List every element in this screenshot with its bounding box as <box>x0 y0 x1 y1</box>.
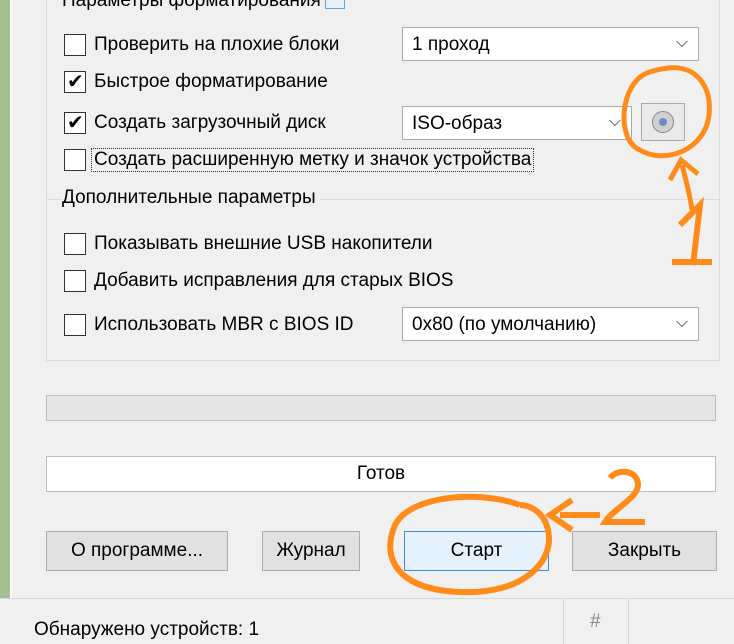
toggle-options-icon[interactable] <box>324 0 345 9</box>
log-button[interactable]: Журнал <box>262 531 360 571</box>
bootable-disk-checkbox[interactable] <box>64 110 86 134</box>
chevron-down-icon: ⌵ <box>608 111 621 130</box>
mbr-bios-id-label[interactable]: Использовать MBR с BIOS ID <box>94 314 354 336</box>
chevron-down-icon: ⌵ <box>675 32 688 51</box>
select-iso-button[interactable] <box>641 103 685 141</box>
chevron-down-icon: ⌵ <box>675 312 688 331</box>
old-bios-label[interactable]: Добавить исправления для старых BIOS <box>94 270 453 292</box>
external-usb-checkbox[interactable] <box>64 233 86 255</box>
old-bios-checkbox[interactable] <box>64 270 86 292</box>
bios-id-value: 0x80 (по умолчанию) <box>412 314 597 335</box>
bios-id-select[interactable]: 0x80 (по умолчанию) ⌵ <box>402 307 699 341</box>
progress-bar <box>46 395 716 421</box>
bootable-disk-label[interactable]: Создать загрузочный диск <box>94 112 326 134</box>
boot-type-select[interactable]: ISO-образ ⌵ <box>402 106 632 140</box>
start-button[interactable]: Старт <box>404 531 549 571</box>
quick-format-checkbox[interactable] <box>64 69 86 93</box>
boot-type-value: ISO-образ <box>412 113 503 134</box>
quick-format-label[interactable]: Быстрое форматирование <box>94 71 328 93</box>
extended-label-checkbox[interactable] <box>64 149 86 171</box>
disk-drive-icon <box>652 111 674 133</box>
window-left-edge <box>0 0 10 598</box>
status-bar: Обнаружено устройств: 1 # <box>0 598 734 644</box>
status-bar-separator <box>563 599 564 644</box>
format-options-title-text: Параметры форматирования <box>62 0 321 11</box>
bad-blocks-passes-select[interactable]: 1 проход ⌵ <box>402 27 699 61</box>
extended-label-label[interactable]: Создать расширенную метку и значок устро… <box>90 148 535 172</box>
status-text: Готов <box>46 456 716 492</box>
external-usb-label[interactable]: Показывать внешние USB накопители <box>94 233 432 255</box>
bad-blocks-checkbox[interactable] <box>64 34 86 56</box>
status-bar-separator <box>628 599 629 644</box>
hash-icon: # <box>590 611 601 632</box>
bad-blocks-passes-value: 1 проход <box>412 34 490 55</box>
advanced-title: Дополнительные параметры <box>62 187 320 209</box>
mbr-bios-id-checkbox[interactable] <box>64 314 86 336</box>
window-left-edge-highlight <box>10 0 12 598</box>
close-button[interactable]: Закрыть <box>572 531 717 571</box>
annotation-arrow-2 <box>544 497 600 533</box>
about-button[interactable]: О программе... <box>46 531 228 571</box>
devices-found-text: Обнаружено устройств: 1 <box>34 619 260 640</box>
bad-blocks-label[interactable]: Проверить на плохие блоки <box>94 34 339 56</box>
format-options-title: Параметры форматирования <box>62 0 345 12</box>
